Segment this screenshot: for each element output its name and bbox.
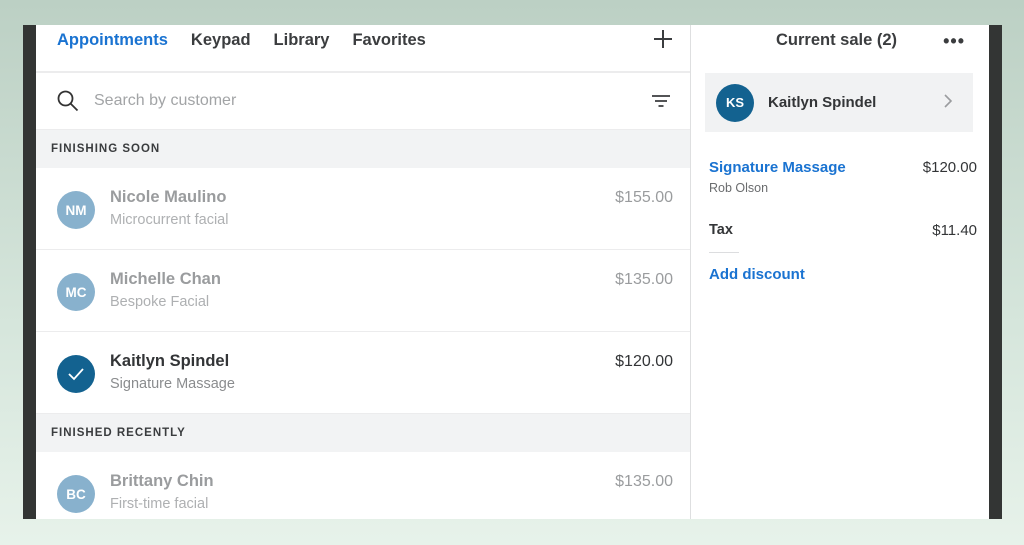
sale-line-item: Signature Massage Rob Olson $120.00	[709, 159, 977, 195]
current-sale-pane: Current sale (2) ••• KS Kaitlyn Spindel …	[691, 25, 989, 519]
customer-name: Brittany Chin	[110, 472, 214, 490]
selected-check-badge	[57, 355, 95, 393]
line-item-price: $120.00	[922, 159, 977, 176]
section-header-finishing-soon: FINISHING SOON	[36, 130, 690, 168]
section-header-finished-recently: FINISHED RECENTLY	[36, 414, 690, 452]
sale-customer-card[interactable]: KS Kaitlyn Spindel	[705, 73, 973, 132]
search-input[interactable]	[94, 92, 594, 110]
sale-customer-name: Kaitlyn Spindel	[768, 94, 877, 111]
service-name: Signature Massage	[110, 376, 235, 392]
app-screen: Appointments Keypad Library Favorites FI	[36, 25, 989, 519]
tax-row: Tax $11.40	[709, 222, 977, 239]
customer-avatar: KS	[716, 83, 754, 122]
appointment-price: $155.00	[615, 189, 673, 206]
tab-keypad[interactable]: Keypad	[191, 31, 251, 50]
tab-library[interactable]: Library	[274, 31, 330, 50]
current-sale-title: Current sale (2)	[776, 31, 898, 49]
customer-name: Kaitlyn Spindel	[110, 352, 230, 370]
more-options-icon[interactable]: •••	[943, 31, 965, 52]
service-name: Bespoke Facial	[110, 294, 210, 310]
appointment-price: $120.00	[615, 353, 673, 370]
tab-favorites[interactable]: Favorites	[352, 31, 425, 50]
tax-value: $11.40	[932, 222, 977, 239]
appointment-row[interactable]: NM Nicole Maulino Microcurrent facial $1…	[36, 168, 690, 250]
appointment-row-selected[interactable]: Kaitlyn Spindel Signature Massage $120.0…	[36, 332, 690, 414]
customer-name: Michelle Chan	[110, 270, 221, 288]
avatar: MC	[57, 273, 95, 311]
add-discount-link[interactable]: Add discount	[709, 266, 805, 283]
chevron-right-icon	[944, 94, 953, 108]
tab-appointments[interactable]: Appointments	[57, 31, 168, 50]
line-item-staff: Rob Olson	[709, 181, 769, 195]
divider	[709, 252, 739, 253]
service-name: First-time facial	[110, 496, 209, 512]
appointment-price: $135.00	[615, 271, 673, 288]
filter-icon[interactable]	[651, 93, 671, 109]
add-icon[interactable]	[652, 28, 674, 50]
appointment-row[interactable]: MC Michelle Chan Bespoke Facial $135.00	[36, 250, 690, 332]
search-bar	[36, 73, 690, 130]
search-icon	[57, 90, 79, 112]
checkmark-icon	[68, 368, 84, 381]
avatar: NM	[57, 191, 95, 229]
tab-bar: Appointments Keypad Library Favorites	[36, 25, 690, 73]
avatar: BC	[57, 475, 95, 513]
appointment-price: $135.00	[615, 473, 673, 490]
appointments-pane: Appointments Keypad Library Favorites FI	[36, 25, 691, 519]
customer-name: Nicole Maulino	[110, 188, 227, 206]
service-name: Microcurrent facial	[110, 212, 229, 228]
device-frame: Appointments Keypad Library Favorites FI	[23, 25, 1002, 519]
appointment-row[interactable]: BC Brittany Chin First-time facial $135.…	[36, 452, 690, 519]
